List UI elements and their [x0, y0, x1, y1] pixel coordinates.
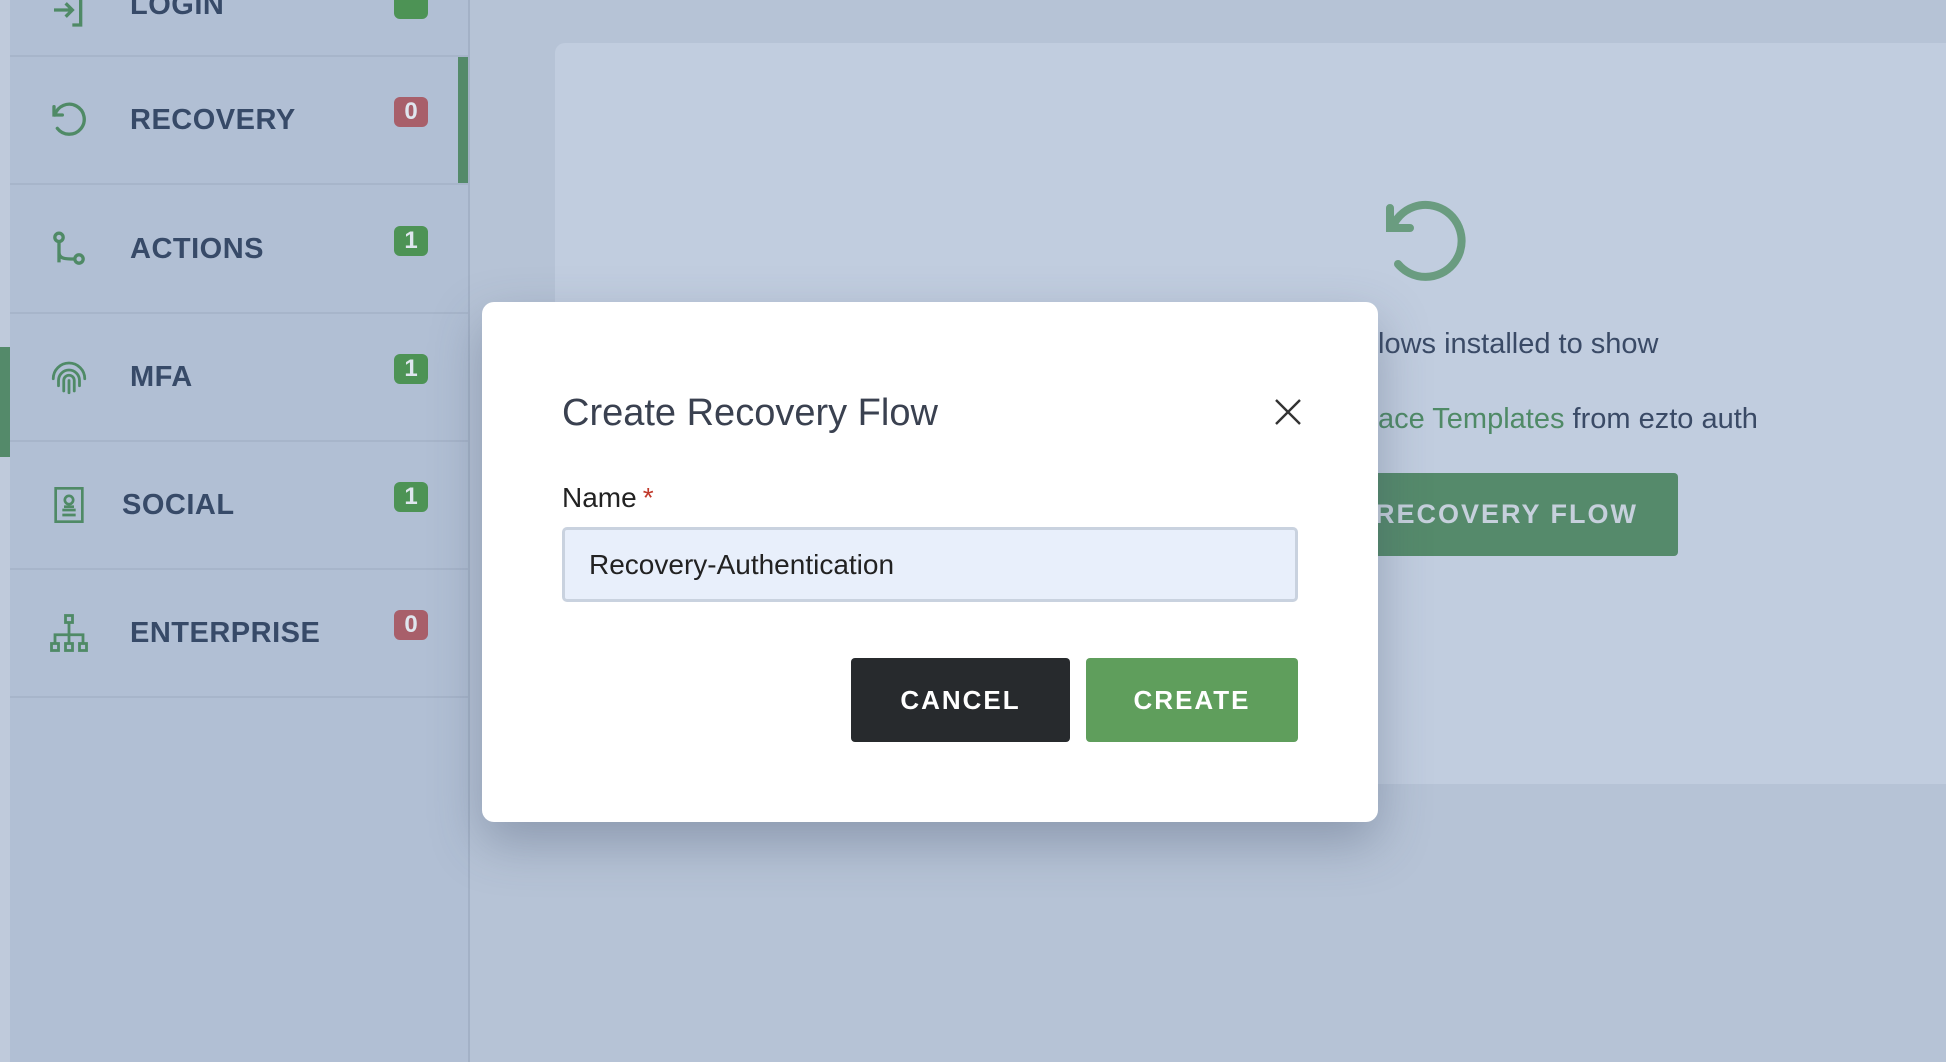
contact-card-icon	[48, 484, 90, 526]
active-indicator	[458, 57, 468, 183]
mfa-badge: 1	[394, 354, 428, 384]
sidebar-item-recovery[interactable]: RECOVERY 0	[10, 57, 468, 185]
history-icon	[1378, 196, 1474, 297]
dialog-title: Create Recovery Flow	[562, 392, 938, 434]
left-rail	[0, 0, 10, 1062]
create-button[interactable]: CREATE	[1086, 658, 1298, 742]
sidebar-item-mfa[interactable]: MFA 1	[10, 314, 468, 442]
enterprise-badge: 0	[394, 610, 428, 640]
marketplace-templates-link[interactable]: ace Templates	[1378, 403, 1564, 435]
sidebar: LOGIN RECOVERY 0 ACTIONS 1 MFA 1 SOCIAL …	[10, 0, 470, 1062]
empty-state-message: lows installed to show	[1378, 328, 1659, 360]
sidebar-item-social[interactable]: SOCIAL 1	[10, 442, 468, 570]
history-icon	[48, 99, 90, 141]
login-icon	[48, 0, 90, 31]
cancel-button[interactable]: CANCEL	[851, 658, 1070, 742]
sidebar-item-enterprise[interactable]: ENTERPRISE 0	[10, 570, 468, 698]
empty-state-hint: ace Templates from ezto auth	[1378, 403, 1758, 435]
name-input[interactable]	[562, 527, 1298, 602]
fingerprint-icon	[48, 356, 90, 398]
org-chart-icon	[48, 612, 90, 654]
sidebar-item-login[interactable]: LOGIN	[10, 0, 468, 57]
sidebar-item-actions[interactable]: ACTIONS 1	[10, 186, 468, 314]
required-mark: *	[642, 482, 654, 513]
name-label: Name *	[562, 482, 654, 513]
close-icon[interactable]	[1270, 394, 1306, 430]
route-icon	[48, 228, 90, 270]
recovery-badge: 0	[394, 97, 428, 127]
login-badge	[394, 0, 428, 19]
create-recovery-flow-dialog: Create Recovery Flow Name* CANCEL CREATE	[482, 302, 1378, 822]
left-rail-active-marker	[0, 347, 10, 457]
social-badge: 1	[394, 482, 428, 512]
actions-badge: 1	[394, 226, 428, 256]
